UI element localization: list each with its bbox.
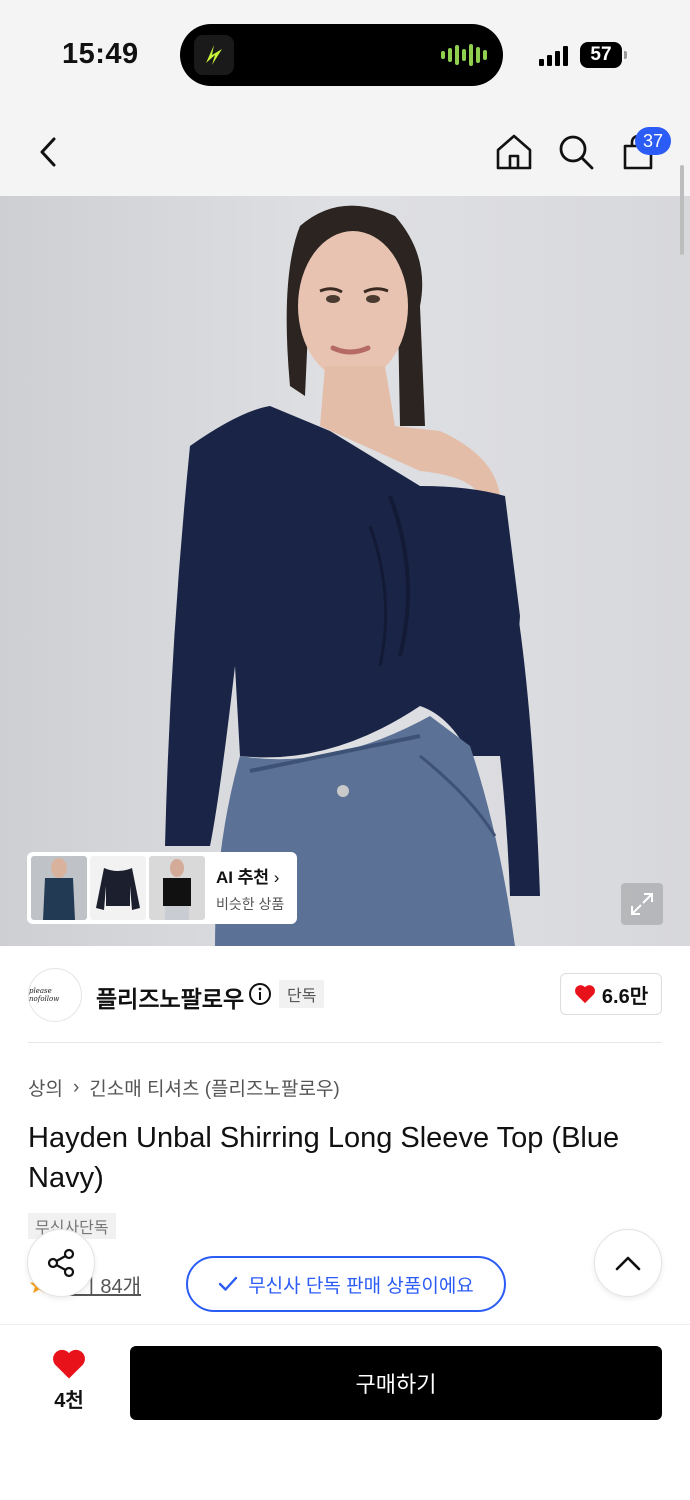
- toast-message: 무신사 단독 판매 상품이에요: [248, 1275, 474, 1297]
- top-nav-bar: [0, 112, 690, 196]
- breadcrumb-subcategory[interactable]: 긴소매 티셔츠 (플리즈노팔로우): [89, 1074, 339, 1101]
- buy-button[interactable]: 구매하기: [130, 1346, 662, 1420]
- check-icon: [218, 1276, 238, 1291]
- status-time: 15:49: [62, 38, 139, 70]
- breadcrumb: 상의 › 긴소매 티셔츠 (플리즈노팔로우): [28, 1074, 340, 1101]
- ai-recommend-text: AI 추천 › 비슷한 상품: [216, 863, 284, 914]
- cellular-signal-icon: [539, 44, 568, 66]
- recommend-thumbnail[interactable]: [149, 856, 205, 920]
- recommend-thumbnail[interactable]: [31, 856, 87, 920]
- brand-name[interactable]: 플리즈노팔로우: [96, 980, 244, 1014]
- ai-recommend-subtitle: 비슷한 상품: [216, 895, 285, 912]
- ai-recommend-title: AI 추천: [216, 867, 270, 887]
- like-button[interactable]: 4천: [36, 1348, 102, 1413]
- dynamic-island: [180, 24, 503, 86]
- expand-icon: [631, 893, 653, 915]
- info-icon[interactable]: [248, 982, 272, 1006]
- recommend-thumbnail[interactable]: [90, 856, 146, 920]
- app-activity-icon: [194, 35, 234, 75]
- home-icon: [496, 134, 532, 170]
- scroll-indicator: [680, 165, 684, 255]
- breadcrumb-category[interactable]: 상의: [28, 1074, 63, 1101]
- brand-like-count: 6.6만: [601, 985, 649, 1008]
- exclusive-toast: 무신사 단독 판매 상품이에요: [186, 1256, 506, 1312]
- scroll-to-top-button[interactable]: [594, 1229, 662, 1297]
- status-bar: 15:49 57: [0, 0, 690, 112]
- ai-recommend-card[interactable]: AI 추천 › 비슷한 상품: [27, 852, 297, 924]
- brand-logo[interactable]: please nofollow: [28, 968, 82, 1022]
- chevron-up-icon: [615, 1256, 641, 1271]
- product-main-image[interactable]: [0, 196, 690, 946]
- heart-icon: [574, 985, 595, 1004]
- battery-indicator: 57: [580, 42, 627, 68]
- section-divider: [28, 1042, 662, 1043]
- chevron-left-icon: [40, 137, 56, 167]
- search-button[interactable]: [554, 130, 598, 174]
- chevron-right-icon: ›: [72, 1076, 80, 1098]
- audio-wave-icon: [441, 43, 487, 67]
- product-photo-illustration: [165, 205, 540, 946]
- exclusive-badge: 단독: [279, 980, 325, 1008]
- heart-icon: [53, 1349, 85, 1379]
- like-count: 4천: [54, 1390, 84, 1412]
- product-title: Hayden Unbal Shirring Long Sleeve Top (B…: [28, 1122, 620, 1194]
- home-button[interactable]: [492, 130, 536, 174]
- back-button[interactable]: [26, 130, 70, 174]
- brand-like-button[interactable]: 6.6만: [560, 973, 662, 1015]
- share-button[interactable]: [27, 1229, 95, 1297]
- search-icon: [559, 135, 594, 170]
- cart-count-badge: 37: [635, 127, 671, 155]
- expand-image-button[interactable]: [621, 883, 663, 925]
- share-icon: [47, 1248, 75, 1278]
- chevron-right-icon: ›: [273, 867, 280, 887]
